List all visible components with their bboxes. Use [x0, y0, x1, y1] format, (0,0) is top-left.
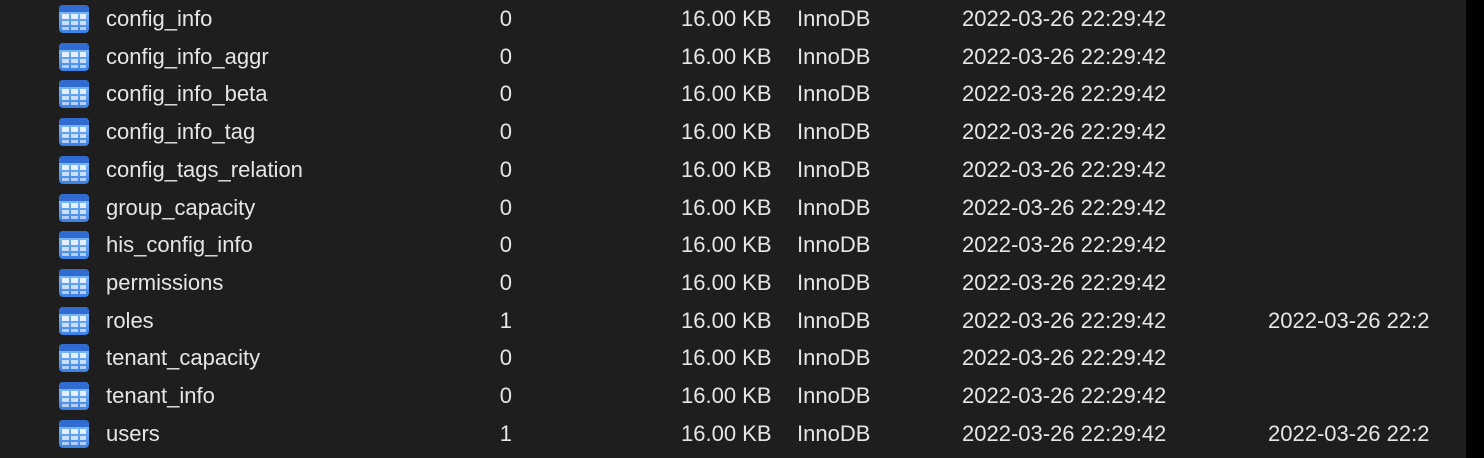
storage-engine: InnoDB: [797, 81, 871, 107]
table-icon: [58, 4, 90, 34]
table-row[interactable]: config_info_beta 0 16.00 KB InnoDB 2022-…: [0, 75, 1466, 113]
row-count: 0: [499, 232, 512, 258]
created-time: 2022-03-26 22:29:42: [962, 232, 1167, 258]
created-time: 2022-03-26 22:29:42: [962, 383, 1167, 408]
updated-time: 2022-03-26 22:2: [1268, 420, 1430, 446]
table-name: his_config_info: [106, 232, 253, 258]
row-count: 1: [499, 420, 512, 446]
database-table-list: config_info 0 16.00 KB InnoDB 2022-03-26…: [0, 0, 1466, 458]
created-time: 2022-03-26 22:29:42: [962, 81, 1167, 107]
created-time: 2022-03-26 22:29:42: [962, 345, 1167, 371]
table-name: tenant_info: [106, 383, 215, 408]
created-time: 2022-03-26 22:29:42: [962, 307, 1167, 333]
table-icon: [58, 230, 90, 260]
table-size: 16.00 KB: [681, 43, 772, 69]
table-size: 16.00 KB: [681, 194, 772, 220]
storage-engine: InnoDB: [797, 232, 871, 258]
table-row[interactable]: users 1 16.00 KB InnoDB 2022-03-26 22:29…: [0, 415, 1466, 453]
window-edge: [1466, 0, 1484, 458]
table-name: config_tags_relation: [106, 156, 303, 182]
storage-engine: InnoDB: [797, 307, 871, 333]
created-time: 2022-03-26 22:29:42: [962, 119, 1167, 145]
table-icon: [58, 155, 90, 185]
table-icon: [58, 79, 90, 109]
storage-engine: InnoDB: [797, 269, 871, 295]
row-count: 0: [499, 43, 512, 69]
storage-engine: InnoDB: [797, 156, 871, 182]
table-icon: [58, 381, 90, 411]
row-count: 0: [499, 81, 512, 107]
row-count: 0: [499, 383, 512, 408]
table-name: config_info_aggr: [106, 43, 269, 69]
table-row[interactable]: tenant_capacity 0 16.00 KB InnoDB 2022-0…: [0, 339, 1466, 377]
storage-engine: InnoDB: [797, 383, 871, 408]
storage-engine: InnoDB: [797, 6, 871, 31]
row-count: 0: [499, 269, 512, 295]
table-size: 16.00 KB: [681, 156, 772, 182]
storage-engine: InnoDB: [797, 43, 871, 69]
table-icon: [58, 268, 90, 298]
table-row[interactable]: config_tags_relation 0 16.00 KB InnoDB 2…: [0, 151, 1466, 189]
storage-engine: InnoDB: [797, 345, 871, 371]
table-name: config_info_tag: [106, 119, 256, 145]
table-size: 16.00 KB: [681, 6, 772, 31]
table-name: users: [106, 420, 160, 446]
table-row[interactable]: tenant_info 0 16.00 KB InnoDB 2022-03-26…: [0, 377, 1466, 415]
table-size: 16.00 KB: [681, 383, 772, 408]
table-list-screen: config_info 0 16.00 KB InnoDB 2022-03-26…: [0, 0, 1484, 458]
created-time: 2022-03-26 22:29:42: [962, 269, 1167, 295]
table-row[interactable]: roles 1 16.00 KB InnoDB 2022-03-26 22:29…: [0, 302, 1466, 340]
table-size: 16.00 KB: [681, 345, 772, 371]
created-time: 2022-03-26 22:29:42: [962, 6, 1167, 31]
table-icon: [58, 193, 90, 223]
table-row[interactable]: config_info_aggr 0 16.00 KB InnoDB 2022-…: [0, 38, 1466, 76]
table-name: config_info: [106, 6, 213, 31]
table-row[interactable]: his_config_info 0 16.00 KB InnoDB 2022-0…: [0, 226, 1466, 264]
table-row[interactable]: permissions 0 16.00 KB InnoDB 2022-03-26…: [0, 264, 1466, 302]
table-name: permissions: [106, 269, 224, 295]
table-icon: [58, 42, 90, 72]
row-count: 0: [499, 6, 512, 31]
created-time: 2022-03-26 22:29:42: [962, 420, 1167, 446]
table-size: 16.00 KB: [681, 307, 772, 333]
created-time: 2022-03-26 22:29:42: [962, 194, 1167, 220]
table-name: config_info_beta: [106, 81, 268, 107]
table-name: roles: [106, 307, 154, 333]
table-icon: [58, 306, 90, 336]
storage-engine: InnoDB: [797, 420, 871, 446]
row-count: 0: [499, 194, 512, 220]
table-size: 16.00 KB: [681, 119, 772, 145]
table-size: 16.00 KB: [681, 232, 772, 258]
table-row[interactable]: config_info_tag 0 16.00 KB InnoDB 2022-0…: [0, 113, 1466, 151]
row-count: 0: [499, 119, 512, 145]
table-name: tenant_capacity: [106, 345, 261, 371]
table-icon: [58, 419, 90, 449]
table-icon: [58, 117, 90, 147]
row-count: 1: [499, 307, 512, 333]
table-size: 16.00 KB: [681, 420, 772, 446]
created-time: 2022-03-26 22:29:42: [962, 43, 1167, 69]
table-size: 16.00 KB: [681, 81, 772, 107]
table-name: group_capacity: [106, 194, 256, 220]
table-icon: [58, 343, 90, 373]
row-count: 0: [499, 345, 512, 371]
storage-engine: InnoDB: [797, 119, 871, 145]
table-size: 16.00 KB: [681, 269, 772, 295]
table-row[interactable]: group_capacity 0 16.00 KB InnoDB 2022-03…: [0, 189, 1466, 227]
row-count: 0: [499, 156, 512, 182]
storage-engine: InnoDB: [797, 194, 871, 220]
table-row[interactable]: config_info 0 16.00 KB InnoDB 2022-03-26…: [0, 0, 1466, 38]
created-time: 2022-03-26 22:29:42: [962, 156, 1167, 182]
updated-time: 2022-03-26 22:2: [1268, 307, 1430, 333]
